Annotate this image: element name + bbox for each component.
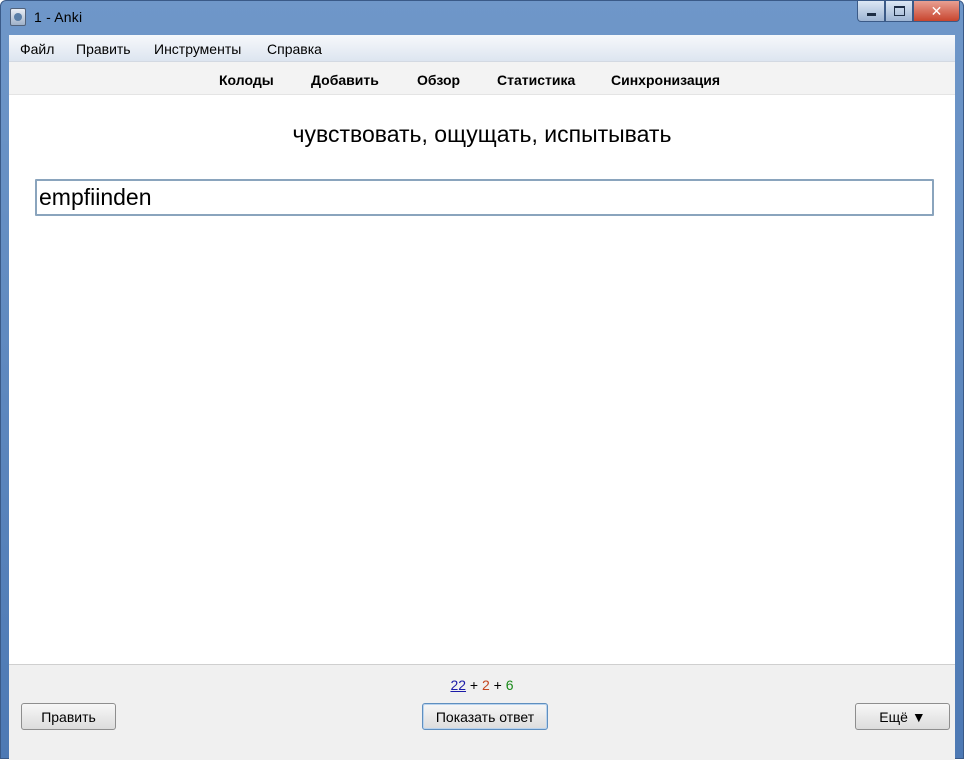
new-count: 22 (450, 677, 467, 693)
close-button[interactable]: ✕ (913, 1, 960, 22)
toolbar-add-link[interactable]: Добавить (311, 72, 379, 88)
toolbar-decks-link[interactable]: Колоды (219, 72, 274, 88)
count-separator: + (466, 677, 482, 693)
edit-card-button[interactable]: Править (21, 703, 116, 730)
menu-file[interactable]: Файл (20, 41, 54, 57)
client-area: Файл Править Инструменты Справка Колоды … (9, 35, 955, 760)
window-controls: ✕ (857, 1, 960, 23)
maximize-button[interactable] (885, 1, 913, 22)
menu-tools[interactable]: Инструменты (154, 41, 241, 57)
menu-edit[interactable]: Править (76, 41, 131, 57)
show-answer-button[interactable]: Показать ответ (422, 703, 548, 730)
due-counts: 22 + 2 + 6 (9, 677, 955, 693)
menu-bar: Файл Править Инструменты Справка (9, 35, 955, 62)
title-bar[interactable]: 1 - Anki ✕ (1, 1, 963, 35)
review-bottom-bar: 22 + 2 + 6 Править Показать ответ Ещё ▼ (9, 664, 955, 760)
typed-answer-input[interactable] (35, 179, 934, 216)
count-separator: + (489, 677, 506, 693)
close-icon: ✕ (930, 2, 943, 19)
toolbar-sync-link[interactable]: Синхронизация (611, 72, 720, 88)
main-toolbar: Колоды Добавить Обзор Статистика Синхрон… (9, 62, 955, 95)
more-options-button[interactable]: Ещё ▼ (855, 703, 950, 730)
app-window: 1 - Anki ✕ Файл Править Инструменты Спра… (0, 0, 964, 760)
anki-app-icon (10, 8, 26, 26)
minimize-icon (866, 13, 876, 16)
toolbar-browse-link[interactable]: Обзор (417, 72, 460, 88)
review-count: 6 (505, 677, 514, 693)
card-view: чувствовать, ощущать, испытывать (9, 95, 955, 665)
learning-count: 2 (481, 677, 490, 693)
card-question: чувствовать, ощущать, испытывать (292, 121, 672, 147)
minimize-button[interactable] (857, 1, 885, 22)
window-title: 1 - Anki (34, 9, 83, 25)
maximize-icon (893, 6, 905, 16)
menu-help[interactable]: Справка (267, 41, 322, 57)
toolbar-stats-link[interactable]: Статистика (497, 72, 575, 88)
